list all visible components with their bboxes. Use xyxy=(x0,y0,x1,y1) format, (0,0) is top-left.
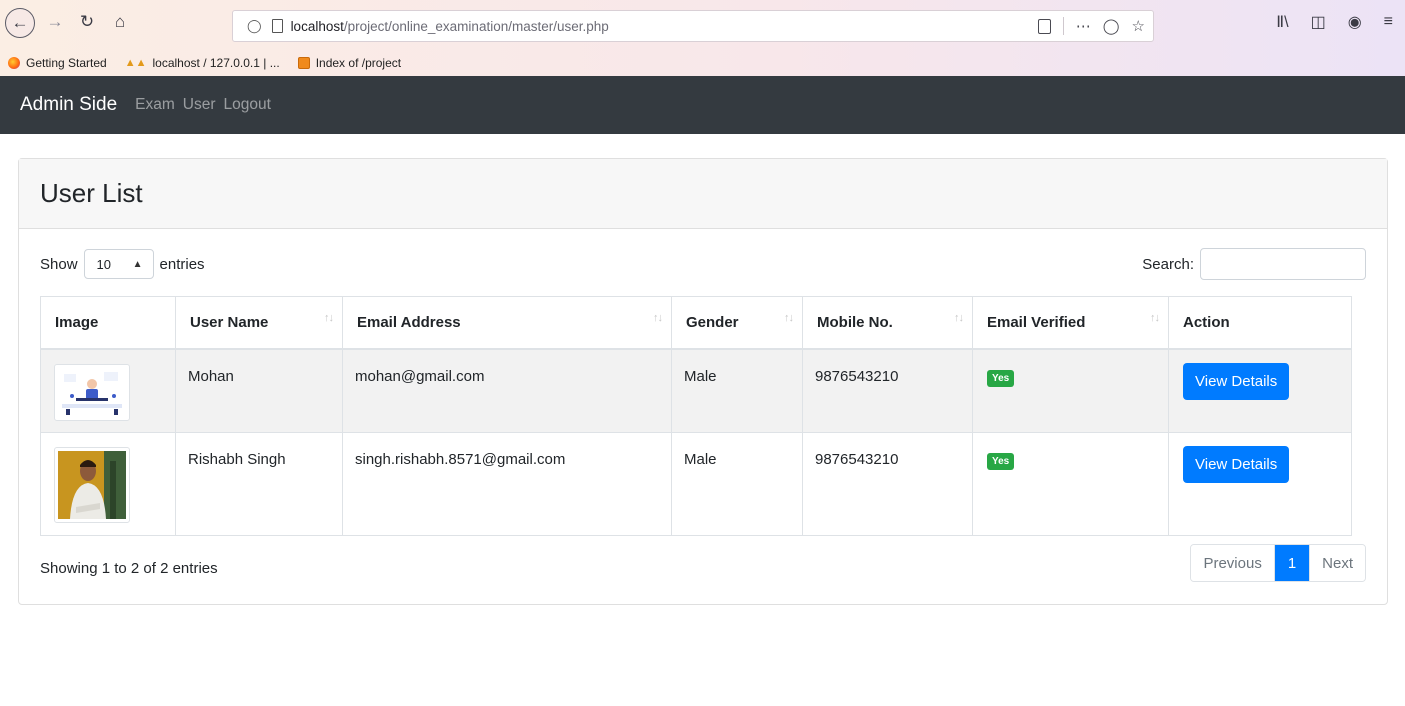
user-avatar xyxy=(54,363,130,421)
user-name-cell: Rishabh Singh xyxy=(175,432,343,536)
bookmark-index-project[interactable]: Index of /project xyxy=(297,56,402,70)
bookmark-label: localhost / 127.0.0.1 | ... xyxy=(152,56,280,70)
image-cell xyxy=(40,348,176,433)
bookmarks-bar: Getting Started ▲▲ localhost / 127.0.0.1… xyxy=(0,50,1405,76)
verified-cell: Yes xyxy=(972,348,1169,433)
table-info: Showing 1 to 2 of 2 entries xyxy=(40,560,218,577)
pocket-icon[interactable]: ◯ xyxy=(1103,17,1120,35)
column-label: Mobile No. xyxy=(817,313,893,331)
pagination-next[interactable]: Next xyxy=(1309,545,1365,581)
table-header-row: Image User Name ↑↓ Email Address ↑↓ Gender… xyxy=(40,296,1352,350)
sort-icon: ↑↓ xyxy=(1150,312,1160,324)
column-header-user-name[interactable]: User Name ↑↓ xyxy=(175,296,343,350)
search-control: Search: xyxy=(1142,248,1366,280)
back-icon[interactable]: ← xyxy=(5,8,35,38)
column-header-image: Image xyxy=(40,296,176,350)
library-icon[interactable]: Ⅱ\ xyxy=(1276,12,1288,32)
user-table: Image User Name ↑↓ Email Address ↑↓ Gender… xyxy=(40,296,1352,536)
pagination-previous[interactable]: Previous xyxy=(1191,545,1274,581)
email-cell: mohan@gmail.com xyxy=(342,348,672,433)
app-navbar: Admin Side Exam User Logout xyxy=(0,76,1405,134)
column-label: Gender xyxy=(686,313,739,331)
menu-icon[interactable]: ≡ xyxy=(1384,13,1393,31)
image-cell xyxy=(40,432,176,536)
sort-icon: ↑↓ xyxy=(653,312,663,324)
nav-link-user[interactable]: User xyxy=(183,96,216,114)
sort-icon: ↑↓ xyxy=(784,312,794,324)
xampp-icon xyxy=(297,57,310,69)
column-header-action: Action xyxy=(1168,296,1352,350)
user-name-cell: Mohan xyxy=(175,348,343,433)
bookmark-star-icon[interactable]: ☆ xyxy=(1132,17,1145,35)
card-header: User List xyxy=(19,159,1387,229)
user-avatar xyxy=(54,447,130,523)
avatar-illustration xyxy=(58,367,126,417)
gender-cell: Male xyxy=(671,432,803,536)
column-label: Email Verified xyxy=(987,313,1086,331)
search-label: Search: xyxy=(1142,255,1194,273)
page-icon xyxy=(271,19,283,33)
mobile-cell: 9876543210 xyxy=(802,348,973,433)
bookmark-phpmyadmin[interactable]: ▲▲ localhost / 127.0.0.1 | ... xyxy=(125,56,280,70)
user-list-card: User List Show 10 ▲︎ entries Search: Ima… xyxy=(18,158,1388,605)
avatar-photo xyxy=(58,451,126,519)
show-label: Show xyxy=(40,255,78,273)
url-host: localhost xyxy=(290,18,344,34)
action-cell: View Details xyxy=(1168,348,1352,433)
firefox-icon xyxy=(8,57,20,69)
column-header-gender[interactable]: Gender ↑↓ xyxy=(671,296,803,350)
column-label: Email Address xyxy=(357,313,461,331)
search-input[interactable] xyxy=(1200,248,1366,280)
navbar-brand[interactable]: Admin Side xyxy=(20,94,117,116)
entries-length-control: Show 10 ▲︎ entries xyxy=(40,249,205,279)
entries-length-select[interactable]: 10 ▲︎ xyxy=(83,249,154,279)
column-header-email-verified[interactable]: Email Verified ↑↓ xyxy=(972,296,1169,350)
table-row: Mohan mohan@gmail.com Male 9876543210 Ye… xyxy=(40,348,1352,433)
reader-view-icon[interactable] xyxy=(1037,18,1051,34)
nav-link-logout[interactable]: Logout xyxy=(224,96,271,114)
pagination-page-1[interactable]: 1 xyxy=(1273,545,1310,581)
entries-label: entries xyxy=(159,255,205,273)
action-cell: View Details xyxy=(1168,432,1352,536)
page-title: User List xyxy=(40,178,143,208)
column-label: User Name xyxy=(190,313,269,331)
nav-link-exam[interactable]: Exam xyxy=(135,96,175,114)
view-details-button[interactable]: View Details xyxy=(1183,446,1290,483)
shield-icon: ◯ xyxy=(247,18,262,33)
sort-icon: ↑↓ xyxy=(954,312,964,324)
url-bar[interactable]: ◯ localhost/project/online_examination/m… xyxy=(232,10,1154,42)
forward-icon[interactable]: → xyxy=(43,10,67,34)
bookmark-label: Index of /project xyxy=(315,56,402,70)
url-path: /project/online_examination/master/user.… xyxy=(343,18,609,34)
email-cell: singh.rishabh.8571@gmail.com xyxy=(342,432,672,536)
length-value: 10 xyxy=(96,256,111,272)
gender-cell: Male xyxy=(671,348,803,433)
sort-icon: ↑↓ xyxy=(324,312,334,324)
more-actions-icon[interactable]: ⋯ xyxy=(1076,17,1091,35)
pagination: Previous 1 Next xyxy=(1190,544,1366,582)
mobile-cell: 9876543210 xyxy=(802,432,973,536)
table-row: Rishabh Singh singh.rishabh.8571@gmail.c… xyxy=(40,432,1352,536)
phpmyadmin-icon: ▲▲ xyxy=(124,57,147,69)
status-badge: Yes xyxy=(987,369,1015,387)
view-details-button[interactable]: View Details xyxy=(1183,362,1290,400)
bookmark-label: Getting Started xyxy=(26,56,107,70)
home-icon[interactable]: ⌂ xyxy=(108,10,132,34)
url-text[interactable]: localhost/project/online_examination/mas… xyxy=(291,19,609,34)
column-header-email[interactable]: Email Address ↑↓ xyxy=(342,296,672,350)
select-arrows-icon: ▲︎ xyxy=(132,258,143,270)
status-badge: Yes xyxy=(987,453,1015,470)
column-header-mobile[interactable]: Mobile No. ↑↓ xyxy=(802,296,973,350)
account-icon[interactable]: ◉ xyxy=(1348,12,1362,32)
bookmark-getting-started[interactable]: Getting Started xyxy=(8,56,107,70)
sidebar-icon[interactable]: ◫ xyxy=(1311,12,1326,32)
verified-cell: Yes xyxy=(972,432,1169,536)
browser-toolbar: ← → ↻ ⌂ ◯ localhost/project/online_exami… xyxy=(0,0,1405,50)
separator xyxy=(1062,17,1064,35)
reload-icon[interactable]: ↻ xyxy=(75,10,99,34)
